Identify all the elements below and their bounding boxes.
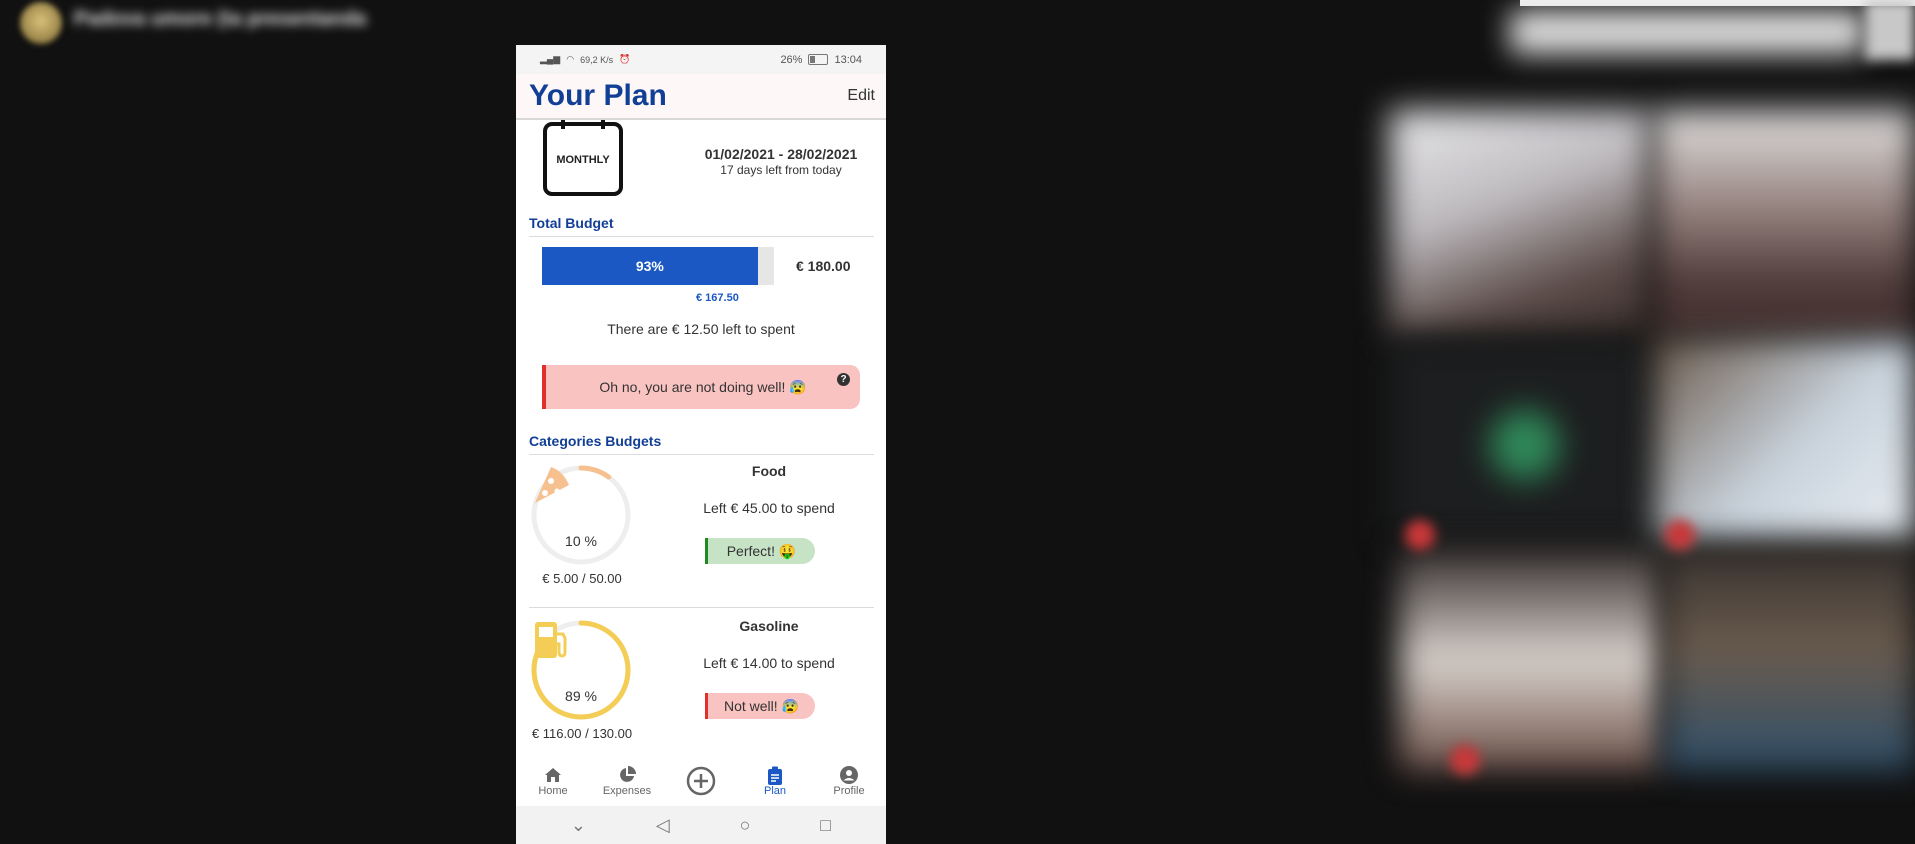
clipboard-icon (764, 765, 786, 785)
app-bar: Your Plan Edit (516, 74, 886, 120)
categories-budgets-title: Categories Budgets (529, 433, 874, 455)
alert-message: Oh no, you are not doing well! 😰 (599, 378, 807, 395)
category-card-food[interactable]: 10 % € 5.00 / 50.00 Food Left € 45.00 to… (529, 453, 874, 608)
category-amount: € 5.00 / 50.00 (542, 571, 622, 586)
alarm-icon: ⏰ (619, 54, 631, 64)
category-name: Food (751, 463, 787, 479)
edit-button[interactable]: Edit (847, 87, 875, 105)
recents-icon[interactable]: □ (820, 815, 831, 836)
category-status-badge: Not well! 😰 (705, 693, 815, 719)
calendar-icon: MONTHLY (543, 120, 623, 196)
phone-screen: ▂▄▆ ◠ 69,2 K/s ⏰ 26% 13:04 Your Plan Edi… (516, 45, 886, 844)
mic-muted-icon (1405, 520, 1435, 550)
video-tile-1 (1390, 110, 1650, 335)
meeting-corner-tile (1865, 0, 1915, 60)
battery-icon (808, 54, 829, 65)
plan-content[interactable]: MONTHLY 01/02/2021 - 28/02/2021 17 days … (516, 120, 886, 760)
mic-muted-icon (1665, 520, 1695, 550)
meeting-toolbar (1510, 10, 1865, 54)
total-budget-progress: 93% (542, 247, 774, 285)
back-icon[interactable]: ◁ (656, 815, 670, 836)
pie-chart-icon (616, 765, 638, 785)
budget-left-text: There are € 12.50 left to spent (607, 321, 795, 337)
nav-label: Profile (833, 785, 865, 797)
budget-total: € 180.00 (796, 258, 851, 274)
category-left-text: Left € 14.00 to spend (703, 655, 835, 671)
home-icon (542, 765, 564, 785)
bottom-navigation: Home Expenses Plan Profile (516, 756, 886, 806)
category-percent: 89 % (565, 688, 597, 704)
nav-label: Home (538, 785, 568, 797)
clock: 13:04 (834, 53, 862, 66)
video-tile-2 (1655, 110, 1915, 335)
nav-add[interactable] (666, 765, 736, 797)
wifi-icon: ◠ (566, 54, 575, 64)
user-circle-icon (838, 765, 860, 785)
chevron-down-icon[interactable]: ⌄ (571, 815, 586, 836)
plan-period: 01/02/2021 - 28/02/2021 17 days left fro… (681, 146, 881, 177)
category-card-gasoline[interactable]: 89 % € 116.00 / 130.00 Gasoline Left € 1… (529, 608, 874, 758)
help-icon[interactable]: ? (837, 373, 850, 386)
nav-home[interactable]: Home (518, 765, 588, 797)
category-progress-ring: 89 % (529, 618, 633, 722)
network-speed: 69,2 K/s (580, 54, 614, 65)
nav-label: Plan (763, 785, 787, 797)
meeting-top-bar (1520, 0, 1915, 6)
pizza-icon (535, 467, 569, 503)
total-budget-title: Total Budget (529, 215, 874, 237)
battery-percent: 26% (780, 53, 803, 66)
nav-plan[interactable]: Plan (740, 765, 810, 797)
add-circle-icon (685, 765, 717, 797)
gas-pump-icon (535, 622, 567, 658)
status-bar: ▂▄▆ ◠ 69,2 K/s ⏰ 26% 13:04 (516, 45, 886, 74)
nav-expenses[interactable]: Expenses (592, 765, 662, 797)
category-status-badge: Perfect! 🤑 (705, 538, 815, 564)
video-tile-6 (1665, 550, 1915, 770)
category-left-text: Left € 45.00 to spend (703, 500, 835, 516)
total-budget-fill: 93% (542, 247, 758, 285)
category-percent: 10 % (565, 533, 597, 549)
system-navigation-bar: ⌄ ◁ ○ □ (516, 806, 886, 844)
video-tile-5 (1400, 550, 1660, 770)
category-amount: € 116.00 / 130.00 (531, 726, 633, 741)
meeting-title: Padova umore (ta presentanda (74, 8, 367, 30)
meeting-avatar (20, 2, 62, 44)
period-badge: MONTHLY (556, 154, 610, 166)
category-progress-ring: 10 % (529, 463, 633, 567)
budget-alert: Oh no, you are not doing well! 😰 ? (542, 365, 860, 409)
mic-muted-icon (1450, 745, 1480, 775)
video-tile-4 (1655, 340, 1915, 540)
category-name: Gasoline (739, 618, 799, 634)
date-range: 01/02/2021 - 28/02/2021 (704, 146, 858, 162)
budget-spent: € 167.50 (696, 292, 739, 304)
days-left: 17 days left from today (720, 163, 842, 177)
video-tile-3 (1390, 340, 1650, 540)
signal-icon: ▂▄▆ (540, 54, 561, 64)
nav-label: Expenses (602, 785, 652, 797)
page-title: Your Plan (529, 79, 667, 112)
home-circle-icon[interactable]: ○ (740, 815, 751, 836)
nav-profile[interactable]: Profile (814, 765, 884, 797)
